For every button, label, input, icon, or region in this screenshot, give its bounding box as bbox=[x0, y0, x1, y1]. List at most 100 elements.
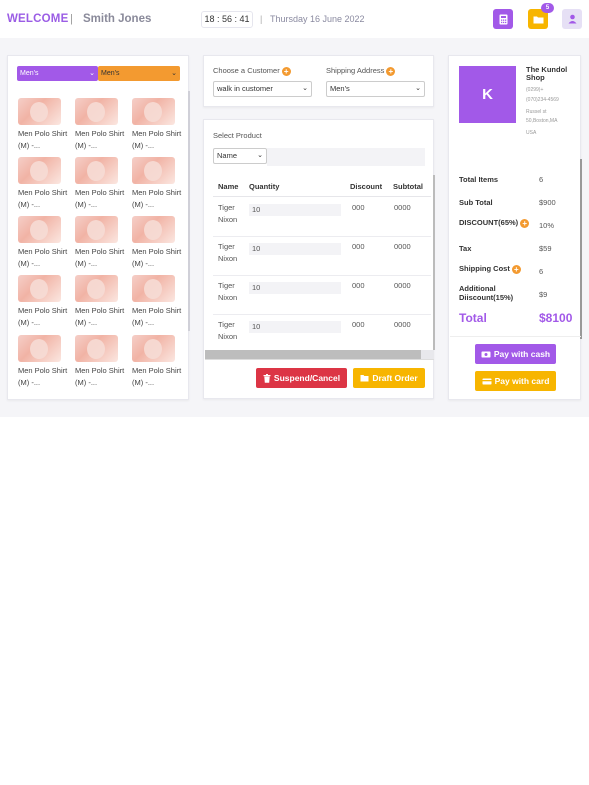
category-select-secondary[interactable]: Men's ⌄ bbox=[98, 66, 180, 81]
product-image bbox=[132, 275, 175, 302]
product-image bbox=[75, 216, 118, 243]
product-card[interactable]: Men Polo Shirt (M) -... bbox=[132, 335, 182, 389]
row-subtotal: 0000 bbox=[394, 242, 411, 251]
sub-total-value: $900 bbox=[539, 198, 556, 207]
search-by-select[interactable]: Name ⌄ bbox=[213, 148, 267, 164]
product-image bbox=[75, 157, 118, 184]
chevron-down-icon: ⌄ bbox=[415, 85, 421, 92]
table-vertical-scrollbar[interactable] bbox=[433, 175, 435, 350]
tax-value: $59 bbox=[539, 244, 552, 253]
product-card[interactable]: Men Polo Shirt (M) -... bbox=[18, 98, 68, 152]
row-subtotal: 0000 bbox=[394, 281, 411, 290]
discount-label: DISCOUNT(65%) + bbox=[459, 218, 530, 228]
product-search-input[interactable] bbox=[267, 148, 425, 166]
pay-cash-label: Pay with cash bbox=[493, 349, 551, 359]
row-name: Tiger Nixon bbox=[218, 281, 238, 302]
product-card[interactable]: Men Polo Shirt (M) -... bbox=[132, 98, 182, 152]
grand-total-value: $8100 bbox=[539, 311, 573, 325]
product-image bbox=[75, 98, 118, 125]
quantity-input[interactable]: 10 bbox=[249, 204, 341, 216]
pay-cash-button[interactable]: Pay with cash bbox=[475, 344, 556, 364]
column-header-name[interactable]: Name bbox=[218, 182, 238, 191]
quantity-input[interactable]: 10 bbox=[249, 282, 341, 294]
tax-label: Tax bbox=[459, 244, 472, 253]
credit-card-icon bbox=[482, 378, 492, 384]
product-card[interactable]: Men Polo Shirt (M) -... bbox=[75, 157, 125, 211]
clock-display: 18 : 56 : 41 bbox=[201, 11, 253, 28]
product-name: Men Polo Shirt (M) -... bbox=[132, 188, 182, 209]
quantity-input[interactable]: 10 bbox=[249, 321, 341, 333]
folder-count-badge: 5 bbox=[541, 3, 554, 13]
table-row: Tiger Nixon 10 000 0000 bbox=[213, 315, 431, 354]
product-name: Men Polo Shirt (M) -... bbox=[75, 306, 125, 327]
product-image bbox=[18, 275, 61, 302]
quantity-input[interactable]: 10 bbox=[249, 243, 341, 255]
horizontal-scroll-thumb[interactable] bbox=[205, 350, 421, 359]
product-card[interactable]: Men Polo Shirt (M) -... bbox=[18, 275, 68, 329]
product-card[interactable]: Men Polo Shirt (M) -... bbox=[132, 157, 182, 211]
row-name: Tiger Nixon bbox=[218, 242, 238, 263]
product-image bbox=[18, 216, 61, 243]
suspend-cancel-button[interactable]: Suspend/Cancel bbox=[256, 368, 347, 388]
product-name: Men Polo Shirt (M) -... bbox=[132, 306, 182, 327]
date-separator: | bbox=[260, 14, 263, 24]
product-image bbox=[18, 98, 61, 125]
calculator-icon bbox=[499, 14, 507, 24]
summary-scrollbar[interactable] bbox=[580, 159, 582, 339]
product-card[interactable]: Men Polo Shirt (M) -... bbox=[18, 216, 68, 270]
product-card[interactable]: Men Polo Shirt (M) -... bbox=[75, 275, 125, 329]
pay-card-button[interactable]: Pay with card bbox=[475, 371, 556, 391]
product-name: Men Polo Shirt (M) -... bbox=[18, 188, 68, 209]
chevron-down-icon: ⌄ bbox=[89, 70, 95, 77]
product-card[interactable]: Men Polo Shirt (M) -... bbox=[75, 335, 125, 389]
search-by-value: Name bbox=[217, 151, 238, 160]
product-name: Men Polo Shirt (M) -... bbox=[75, 366, 125, 387]
summary-divider bbox=[450, 336, 581, 337]
product-card[interactable]: Men Polo Shirt (M) -... bbox=[75, 216, 125, 270]
shop-phone-2: (070)234-4569 bbox=[526, 97, 559, 103]
column-header-quantity[interactable]: Quantity bbox=[249, 182, 279, 191]
catalog-scrollbar[interactable] bbox=[188, 91, 190, 331]
product-card[interactable]: Men Polo Shirt (M) -... bbox=[18, 335, 68, 389]
product-image bbox=[18, 335, 61, 362]
column-header-subtotal[interactable]: Subtotal bbox=[393, 182, 423, 191]
calculator-button[interactable] bbox=[493, 9, 513, 29]
discount-value: 10% bbox=[539, 221, 555, 230]
welcome-text: WELCOME bbox=[7, 13, 69, 25]
product-image bbox=[132, 216, 175, 243]
choose-customer-label: Choose a Customer + bbox=[213, 66, 291, 76]
top-header: WELCOME | Smith Jones 18 : 56 : 41 | Thu… bbox=[0, 0, 589, 38]
column-header-discount[interactable]: Discount bbox=[350, 182, 382, 191]
category-select-primary-value: Men's bbox=[20, 70, 39, 77]
product-card[interactable]: Men Polo Shirt (M) -... bbox=[18, 157, 68, 211]
draft-order-button[interactable]: Draft Order bbox=[353, 368, 425, 388]
select-product-label: Select Product bbox=[213, 131, 262, 140]
product-card[interactable]: Men Polo Shirt (M) -... bbox=[132, 275, 182, 329]
shipping-cost-text: Shipping Cost bbox=[459, 264, 510, 273]
shipping-cost-label: Shipping Cost + bbox=[459, 264, 521, 274]
actions-divider bbox=[205, 359, 434, 360]
shipping-select[interactable]: Men's ⌄ bbox=[326, 81, 425, 97]
product-image bbox=[132, 98, 175, 125]
add-discount-icon[interactable]: + bbox=[520, 218, 530, 228]
sub-total-label: Sub Total bbox=[459, 198, 493, 207]
draft-order-label: Draft Order bbox=[372, 373, 418, 383]
shop-avatar: K bbox=[459, 66, 516, 123]
add-shipping-icon[interactable]: + bbox=[511, 264, 521, 274]
table-horizontal-scrollbar[interactable] bbox=[205, 350, 434, 359]
row-name: Tiger Nixon bbox=[218, 203, 238, 224]
product-card[interactable]: Men Polo Shirt (M) -... bbox=[75, 98, 125, 152]
category-select-primary[interactable]: Men's ⌄ bbox=[17, 66, 98, 81]
chevron-down-icon: ⌄ bbox=[171, 70, 177, 77]
add-address-icon[interactable]: + bbox=[386, 66, 396, 76]
user-menu-button[interactable] bbox=[562, 9, 582, 29]
add-customer-icon[interactable]: + bbox=[281, 66, 291, 76]
shipping-address-text: Shipping Address bbox=[326, 66, 385, 75]
product-image bbox=[18, 157, 61, 184]
product-card[interactable]: Men Polo Shirt (M) -... bbox=[132, 216, 182, 270]
product-image bbox=[75, 335, 118, 362]
user-icon bbox=[568, 14, 576, 24]
customer-select[interactable]: walk in customer ⌄ bbox=[213, 81, 312, 97]
product-name: Men Polo Shirt (M) -... bbox=[75, 247, 125, 268]
customer-select-value: walk in customer bbox=[217, 84, 273, 93]
